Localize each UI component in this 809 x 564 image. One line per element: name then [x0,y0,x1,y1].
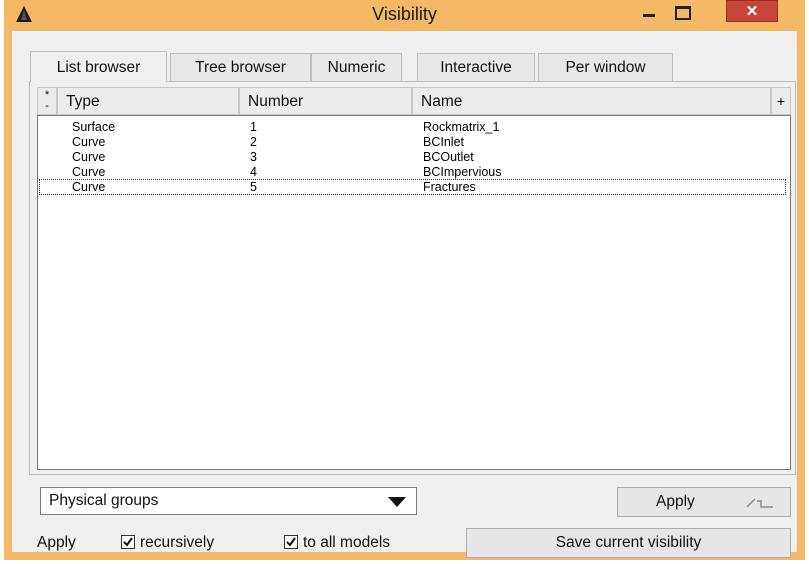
chevron-down-icon [388,497,406,507]
apply-button-label: Apply [656,493,695,510]
to-all-models-label: to all models [303,534,391,551]
toggle-switch-icon [746,498,773,508]
list-item[interactable]: Surface 1 Rockmatrix_1 [42,120,786,134]
entity-list[interactable]: Surface 1 Rockmatrix_1 Curve 2 BCInlet C… [37,115,791,470]
list-item[interactable]: Curve 4 BCImpervious [42,165,786,179]
recursively-label: recursively [140,534,215,551]
column-header-name[interactable]: Name [412,87,771,115]
list-item[interactable]: Curve 3 BCOutlet [42,150,786,164]
cell-type: Surface [72,120,116,134]
sort-toggle-button[interactable]: * - [37,87,57,115]
list-item-selected[interactable]: Curve 5 Fractures [39,179,786,195]
cell-type: Curve [72,180,106,194]
group-type-select[interactable]: Physical groups [40,487,417,515]
tab-tree-browser[interactable]: Tree browser [170,53,311,81]
cell-name: Rockmatrix_1 [423,120,500,134]
cell-name: BCOutlet [423,150,474,164]
list-item[interactable]: Curve 2 BCInlet [42,135,786,149]
cell-type: Curve [72,150,106,164]
cell-name: Fractures [423,180,476,194]
add-column-button[interactable]: + [771,87,791,115]
title-bar[interactable]: Visibility ✕ [4,0,805,30]
tab-per-window[interactable]: Per window [538,53,673,81]
recursively-checkbox[interactable] [121,535,135,549]
cell-type: Curve [72,135,106,149]
cell-number: 3 [250,150,257,164]
column-header-type[interactable]: Type [57,87,239,115]
save-current-visibility-button[interactable]: Save current visibility [466,528,791,558]
maximize-button[interactable] [670,2,696,24]
table-header: * - Type Number Name + [37,87,791,115]
close-icon: ✕ [745,3,759,20]
group-type-value: Physical groups [49,492,159,509]
tab-interactive[interactable]: Interactive [417,53,535,81]
tab-list-browser[interactable]: List browser [30,51,167,82]
cell-name: BCImpervious [423,165,502,179]
column-header-number[interactable]: Number [239,87,412,115]
cell-number: 4 [250,165,257,179]
tab-numeric[interactable]: Numeric [311,53,402,81]
cell-name: BCInlet [423,135,464,149]
cell-type: Curve [72,165,106,179]
apply-options-label: Apply [37,534,76,551]
minimize-button[interactable] [636,2,662,24]
apply-button[interactable]: Apply [617,487,791,517]
cell-number: 5 [250,180,257,194]
to-all-models-checkbox[interactable] [284,535,298,549]
cell-number: 1 [250,120,257,134]
cell-number: 2 [250,135,257,149]
close-button[interactable]: ✕ [726,0,778,22]
